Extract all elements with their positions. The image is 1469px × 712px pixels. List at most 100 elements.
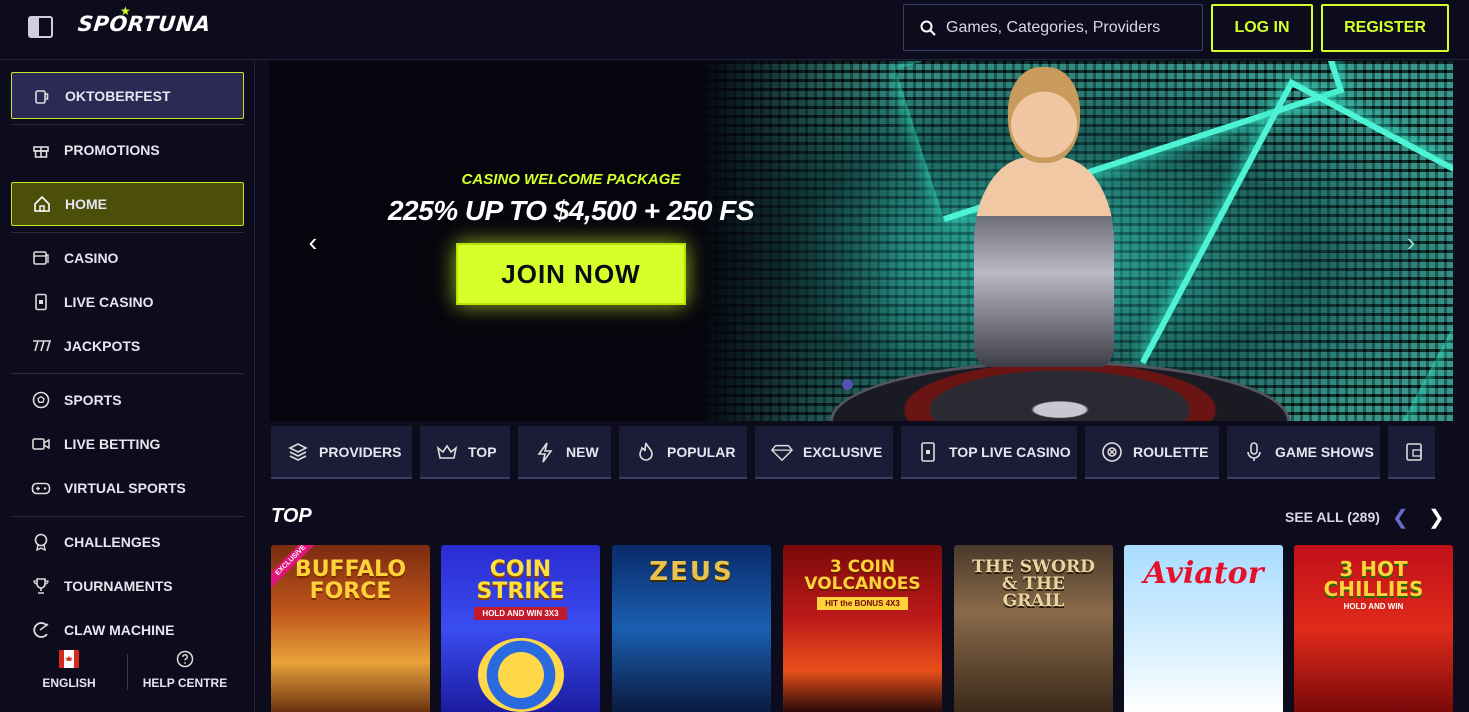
tab-label: EXCLUSIVE [803,443,883,460]
game-title: THE SWORD & THE GRAIL [972,557,1095,611]
tab-more[interactable] [1388,426,1435,479]
sidebar-item-label: CLAW MACHINE [64,622,175,638]
gamepad-icon [31,478,51,498]
hostess-image [960,67,1130,397]
logo-star-icon: ★ [120,4,131,18]
diamond-icon [771,441,793,463]
tab-providers[interactable]: PROVIDERS [271,426,412,479]
help-centre-link[interactable]: HELP CENTRE [130,650,240,690]
sidebar-item-jackpots[interactable]: JACKPOTS [11,324,244,368]
login-button[interactable]: LOG IN [1211,4,1313,52]
sidebar-item-label: TOURNAMENTS [64,578,173,594]
help-label: HELP CENTRE [142,676,228,690]
tab-top-live-casino[interactable]: TOP LIVE CASINO [901,426,1077,479]
trophy-icon [31,576,51,596]
sidebar-item-home[interactable]: HOME [11,182,244,226]
banner-prev-arrow-icon[interactable]: ‹ [298,227,328,258]
tab-label: NEW [566,443,599,460]
game-tile-sword-and-grail[interactable]: THE SWORD & THE GRAIL [954,545,1113,712]
sidebar-item-label: SPORTS [64,392,122,408]
sidebar-item-challenges[interactable]: CHALLENGES [11,520,244,564]
top-bar: SPORTUNA ★ LOG IN REGISTER [0,0,1469,60]
claw-icon [31,620,51,640]
soccer-ball-icon [31,390,51,410]
live-casino-icon [31,292,51,312]
sidebar-item-sports[interactable]: SPORTS [11,378,244,422]
game-subtitle: HIT the BONUS 4X3 [817,597,908,610]
tab-label: GAME SHOWS [1275,443,1374,460]
see-all-link[interactable]: SEE ALL (289) [1285,509,1380,525]
divider [11,124,244,125]
game-title: 3 COIN VOLCANOES [804,557,921,594]
hero-banner[interactable]: ‹ › CASINO WELCOME PACKAGE 225% UP TO $4… [270,61,1453,421]
language-label: ENGLISH [42,676,96,690]
tab-label: TOP LIVE CASINO [949,443,1071,460]
hero-fade [700,61,900,421]
gift-icon [31,140,51,160]
jackpot-icon [31,336,51,356]
game-tile-3-coin-volcanoes[interactable]: 3 COIN VOLCANOES HIT the BONUS 4X3 [783,545,942,712]
sidebar-item-label: CASINO [64,250,119,266]
home-icon [32,194,52,214]
game-tile-zeus[interactable]: ZEUS [612,545,771,712]
tab-top[interactable]: TOP [420,426,510,479]
hero-subtitle: CASINO WELCOME PACKAGE [461,171,681,188]
sidebar-item-oktoberfest[interactable]: OKTOBERFEST [11,72,244,119]
sidebar-item-live-casino[interactable]: LIVE CASINO [11,280,244,324]
sidebar-item-live-betting[interactable]: LIVE BETTING [11,422,244,466]
sidebar-item-tournaments[interactable]: TOURNAMENTS [11,564,244,608]
tab-game-shows[interactable]: GAME SHOWS [1227,426,1380,479]
join-now-button[interactable]: JOIN NOW [456,243,686,305]
game-title: 3 HOT CHILLIES [1323,557,1424,601]
game-title: ZEUS [649,557,734,587]
layers-icon [287,441,309,463]
tab-exclusive[interactable]: EXCLUSIVE [755,426,893,479]
canada-flag-icon [59,650,79,668]
carousel-dot[interactable] [842,379,853,390]
tab-label: ROULETTE [1133,443,1209,460]
game-title: COIN STRIKE [476,557,565,604]
crown-icon [436,441,458,463]
sidebar-item-promotions[interactable]: PROMOTIONS [11,128,244,172]
game-title: Aviator [1143,556,1264,591]
game-tile-coin-strike[interactable]: COIN STRIKE HOLD AND WIN 3X3 [441,545,600,712]
section-title: TOP [271,505,312,527]
phone-card-icon [917,441,939,463]
sidebar: OKTOBERFEST PROMOTIONS HOME CASINO LIVE … [0,61,255,712]
banner-next-arrow-icon[interactable]: › [1396,227,1426,258]
sidebar-item-label: LIVE BETTING [64,436,161,452]
divider [127,654,128,690]
video-camera-icon [31,434,51,454]
tab-popular[interactable]: POPULAR [619,426,747,479]
chevron-right-icon[interactable]: ❯ [1428,505,1445,530]
chevron-left-icon[interactable]: ❮ [1392,505,1409,530]
game-tile-aviator[interactable]: Aviator [1124,545,1283,712]
roulette-icon [1101,441,1123,463]
card-icon [1404,441,1426,463]
sidebar-item-label: HOME [65,196,107,212]
divider [11,373,244,374]
medal-icon [31,532,51,552]
tab-roulette[interactable]: ROULETTE [1085,426,1219,479]
sidebar-toggle-icon[interactable] [28,16,53,38]
tab-new[interactable]: NEW [518,426,611,479]
register-button[interactable]: REGISTER [1321,4,1449,52]
flame-icon [635,441,657,463]
sidebar-item-label: CHALLENGES [64,534,161,550]
logo[interactable]: SPORTUNA [77,12,212,36]
tab-label: POPULAR [667,443,736,460]
sidebar-item-label: LIVE CASINO [64,294,154,310]
search-input[interactable] [946,18,1186,37]
search-box[interactable] [903,4,1203,51]
game-subtitle: HOLD AND WIN 3X3 [474,607,567,620]
game-tile-3-hot-chillies[interactable]: 3 HOT CHILLIES HOLD AND WIN [1294,545,1453,712]
sidebar-item-label: OKTOBERFEST [65,87,171,104]
game-tile-buffalo-force[interactable]: EXCLUSIVE BUFFALO FORCE [271,545,430,712]
language-selector[interactable]: ENGLISH [14,650,124,690]
sidebar-item-label: VIRTUAL SPORTS [64,480,186,496]
sidebar-item-casino[interactable]: CASINO [11,236,244,280]
sidebar-footer: ENGLISH HELP CENTRE [0,646,255,712]
sidebar-item-virtual-sports[interactable]: VIRTUAL SPORTS [11,466,244,510]
casino-icon [31,248,51,268]
tab-label: PROVIDERS [319,443,402,460]
